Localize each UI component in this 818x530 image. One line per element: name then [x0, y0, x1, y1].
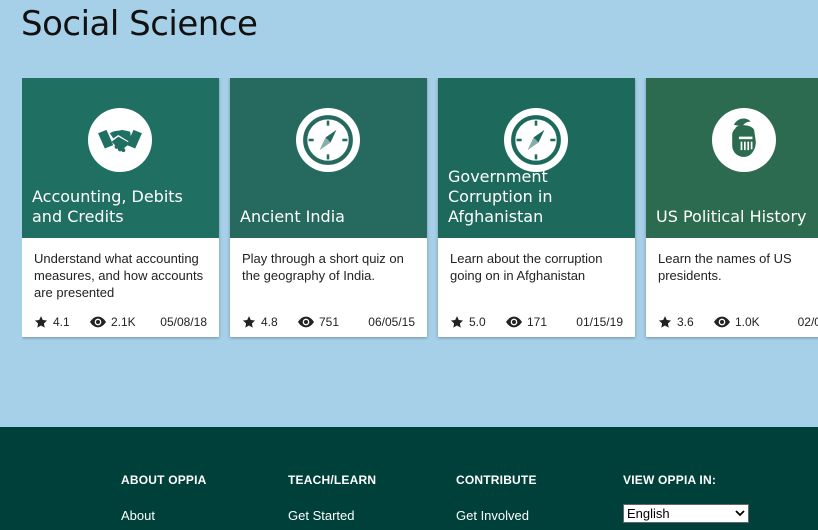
knight-helmet-icon: [712, 108, 776, 172]
language-select[interactable]: English: [623, 504, 749, 523]
views-count: 1.0K: [735, 315, 760, 329]
footer-heading: ABOUT OPPIA: [121, 473, 207, 487]
star-icon: [242, 316, 256, 328]
views-count: 2.1K: [111, 315, 136, 329]
card-title: Accounting, Debits and Credits: [32, 187, 183, 226]
card-description: Understand what accounting measures, and…: [34, 251, 204, 300]
chevron-down-icon: [735, 510, 745, 517]
footer-heading: VIEW OPPIA IN:: [623, 473, 717, 487]
exploration-card[interactable]: Government Corruption in Afghanistan Lea…: [438, 78, 635, 337]
card-description: Play through a short quiz on the geograp…: [242, 251, 404, 283]
language-selected-value: English: [627, 506, 670, 521]
rating-value: 4.1: [53, 315, 70, 329]
rating-value: 3.6: [677, 315, 694, 329]
card-stats: 4.1 2.1K 05/08/18: [34, 315, 207, 329]
eye-icon: [90, 316, 106, 328]
card-thumbnail: Government Corruption in Afghanistan: [438, 78, 635, 238]
last-updated-date: 02/07/: [797, 315, 818, 329]
exploration-card[interactable]: Accounting, Debits and Credits Understan…: [22, 78, 219, 337]
footer-link-about[interactable]: About: [121, 508, 207, 523]
card-stats: 4.8 751 06/05/15: [242, 315, 415, 329]
exploration-card-list: Accounting, Debits and Credits Understan…: [22, 78, 818, 340]
card-title: US Political History: [656, 207, 807, 226]
last-updated-date: 06/05/15: [368, 315, 415, 329]
card-title: Government Corruption in Afghanistan: [448, 167, 553, 226]
card-thumbnail: Accounting, Debits and Credits: [22, 78, 219, 238]
card-description: Learn the names of US presidents.: [658, 251, 792, 283]
rating-value: 5.0: [469, 315, 486, 329]
card-description: Learn about the corruption going on in A…: [450, 251, 603, 283]
last-updated-date: 05/08/18: [160, 315, 207, 329]
views-count: 751: [319, 315, 340, 329]
compass-icon: [504, 108, 568, 172]
rating-value: 4.8: [261, 315, 278, 329]
star-icon: [658, 316, 672, 328]
last-updated-date: 01/15/19: [576, 315, 623, 329]
star-icon: [450, 316, 464, 328]
compass-icon: [296, 108, 360, 172]
card-stats: 5.0 171 01/15/19: [450, 315, 623, 329]
star-icon: [34, 316, 48, 328]
handshake-icon: [88, 108, 152, 172]
views-count: 171: [527, 315, 548, 329]
eye-icon: [714, 316, 730, 328]
exploration-card[interactable]: US Political History Learn the names of …: [646, 78, 818, 337]
card-stats: 3.6 1.0K 02/07/: [658, 315, 818, 329]
section-title: Social Science: [21, 4, 258, 44]
footer-column-language: VIEW OPPIA IN: English: [623, 473, 749, 523]
exploration-card[interactable]: Ancient India Play through a short quiz …: [230, 78, 427, 337]
footer-link-get-started[interactable]: Get Started: [288, 508, 376, 523]
footer-column-teach: TEACH/LEARN Get Started: [288, 473, 376, 523]
footer-column-contribute: CONTRIBUTE Get Involved: [456, 473, 537, 523]
eye-icon: [506, 316, 522, 328]
card-thumbnail: Ancient India: [230, 78, 427, 238]
footer-link-get-involved[interactable]: Get Involved: [456, 508, 537, 523]
footer-heading: TEACH/LEARN: [288, 473, 377, 487]
site-footer: ABOUT OPPIA About TEACH/LEARN Get Starte…: [0, 427, 818, 530]
footer-column-about: ABOUT OPPIA About: [121, 473, 207, 523]
card-title: Ancient India: [240, 207, 345, 226]
card-thumbnail: US Political History: [646, 78, 818, 238]
eye-icon: [298, 316, 314, 328]
footer-heading: CONTRIBUTE: [456, 473, 537, 487]
